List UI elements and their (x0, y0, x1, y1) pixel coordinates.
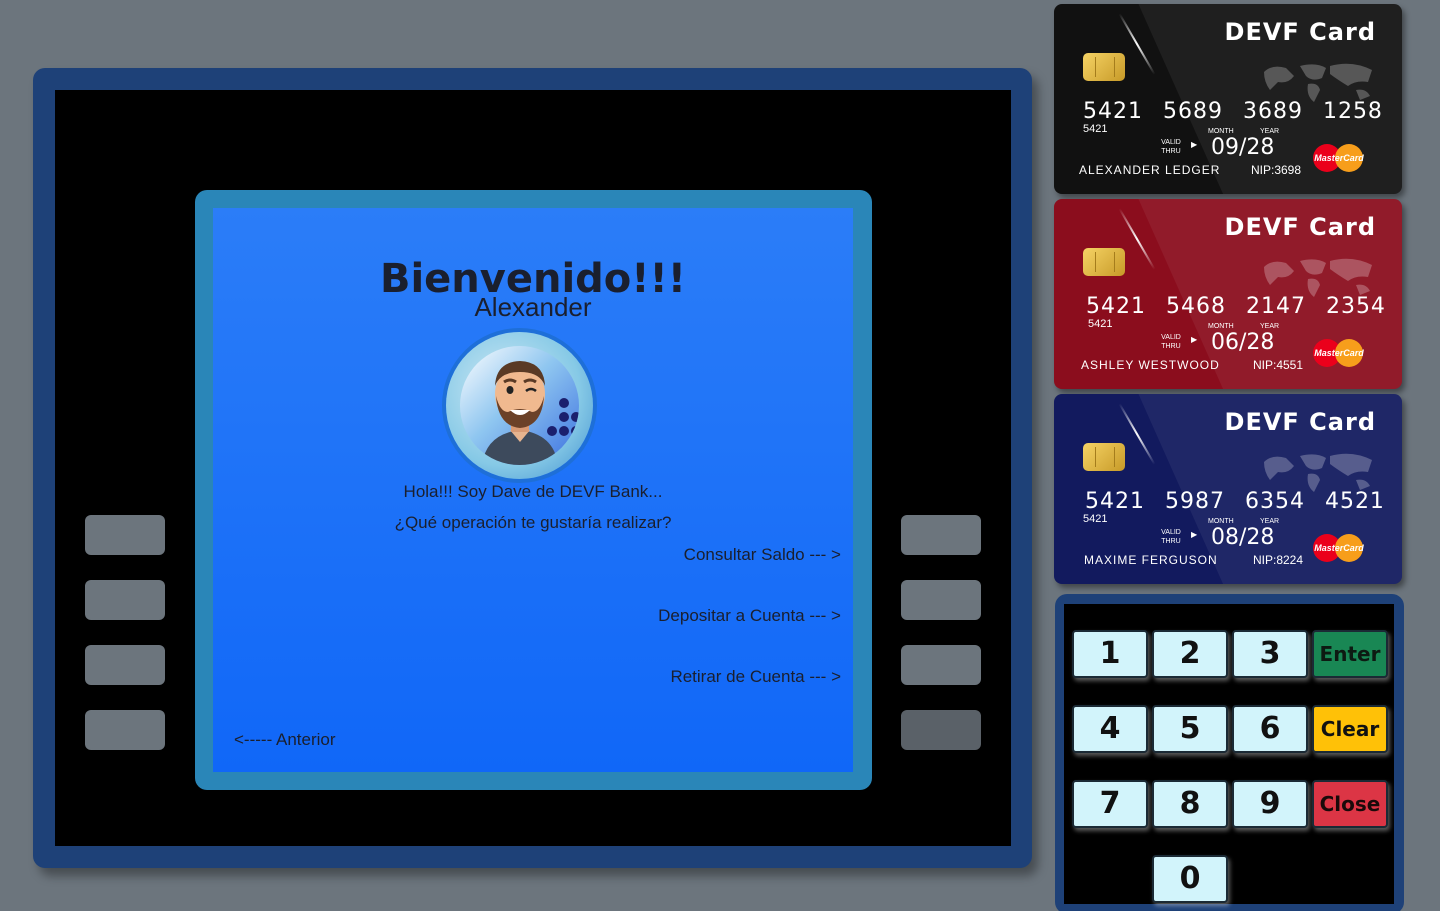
keypad: 1 2 3 Enter 4 5 6 Clear 7 8 9 Close 0 (1055, 594, 1404, 911)
key-7[interactable]: 7 (1072, 780, 1148, 828)
left-side-button-1[interactable] (85, 515, 165, 555)
right-side-button-4[interactable] (901, 710, 981, 750)
card-expiry: 06/28 (1211, 330, 1275, 355)
mastercard-logo-icon: MasterCard (1313, 144, 1365, 172)
mastercard-text: MasterCard (1314, 153, 1364, 163)
left-side-button-3[interactable] (85, 645, 165, 685)
chip-icon (1083, 248, 1125, 276)
world-map-icon (1264, 453, 1372, 492)
enter-button[interactable]: Enter (1312, 630, 1388, 678)
question-message: ¿Qué operación te gustaría realizar? (394, 513, 672, 532)
atm-screen: Bienvenido!!! Alexander Hola!!! Soy Dave… (213, 208, 853, 772)
chip-icon (1083, 53, 1125, 81)
card-maxime[interactable]: DEVF Card 5421 5987 6354 4521 5421 VALID… (1054, 394, 1402, 584)
option-consultar-saldo[interactable]: Consultar Saldo --- > (684, 545, 841, 565)
key-2[interactable]: 2 (1152, 630, 1228, 678)
mastercard-logo-icon: MasterCard (1313, 339, 1365, 367)
card-nip: NIP:4551 (1253, 358, 1304, 372)
keypad-panel: 1 2 3 Enter 4 5 6 Clear 7 8 9 Close 0 (1064, 604, 1394, 904)
valid-thru-label: VALID THRU (1161, 139, 1181, 155)
mastercard-text: MasterCard (1314, 348, 1364, 358)
right-side-button-3[interactable] (901, 645, 981, 685)
arrow-icon: ▶ (1191, 140, 1198, 149)
left-side-button-4[interactable] (85, 710, 165, 750)
card-ashley[interactable]: DEVF Card 5421 5468 2147 2354 5421 VALID… (1054, 199, 1402, 389)
card-holder: ALEXANDER LEDGER (1079, 163, 1221, 177)
card-prefix: 5421 (1083, 123, 1108, 135)
mastercard-text: MasterCard (1314, 543, 1364, 553)
key-3[interactable]: 3 (1232, 630, 1308, 678)
card-prefix: 5421 (1088, 318, 1113, 330)
card-number: 5421 5689 3689 1258 (1083, 99, 1383, 124)
mastercard-logo-icon: MasterCard (1313, 534, 1365, 562)
card-holder: ASHLEY WESTWOOD (1081, 358, 1220, 372)
card-number: 5421 5468 2147 2354 (1086, 294, 1386, 319)
option-retirar-cuenta[interactable]: Retirar de Cuenta --- > (670, 667, 841, 687)
left-side-button-2[interactable] (85, 580, 165, 620)
avatar-image (460, 346, 579, 465)
world-map-icon (1264, 258, 1372, 297)
card-expiry: 09/28 (1211, 135, 1275, 160)
valid-thru-label: VALID THRU (1161, 529, 1181, 545)
year-label: YEAR (1260, 323, 1280, 330)
card-nip: NIP:3698 (1251, 163, 1302, 177)
key-5[interactable]: 5 (1152, 705, 1228, 753)
card-alexander[interactable]: DEVF Card 5421 5689 3689 1258 5421 VALID… (1054, 4, 1402, 194)
key-1[interactable]: 1 (1072, 630, 1148, 678)
key-8[interactable]: 8 (1152, 780, 1228, 828)
key-9[interactable]: 9 (1232, 780, 1308, 828)
option-depositar-cuenta[interactable]: Depositar a Cuenta --- > (658, 606, 841, 626)
card-prefix: 5421 (1083, 513, 1108, 525)
right-side-button-2[interactable] (901, 580, 981, 620)
close-button[interactable]: Close (1312, 780, 1388, 828)
world-map-icon (1264, 63, 1372, 102)
atm-screen-frame: Bienvenido!!! Alexander Hola!!! Soy Dave… (195, 190, 872, 790)
key-6[interactable]: 6 (1232, 705, 1308, 753)
card-nip: NIP:8224 (1253, 553, 1304, 567)
month-label: MONTH (1208, 128, 1234, 135)
arrow-icon: ▶ (1191, 335, 1198, 344)
back-link[interactable]: <----- Anterior (234, 730, 336, 750)
user-name: Alexander (474, 292, 592, 322)
key-4[interactable]: 4 (1072, 705, 1148, 753)
card-brand: DEVF Card (1224, 18, 1376, 46)
year-label: YEAR (1260, 518, 1280, 525)
card-brand: DEVF Card (1224, 213, 1376, 241)
card-expiry: 08/28 (1211, 525, 1275, 550)
greeting-message: Hola!!! Soy Dave de DEVF Bank... (403, 482, 663, 501)
valid-thru-label: VALID THRU (1161, 334, 1181, 350)
chip-icon (1083, 443, 1125, 471)
month-label: MONTH (1208, 518, 1234, 525)
month-label: MONTH (1208, 323, 1234, 330)
key-0[interactable]: 0 (1152, 855, 1228, 903)
avatar (446, 332, 593, 479)
year-label: YEAR (1260, 128, 1280, 135)
card-holder: MAXIME FERGUSON (1084, 553, 1218, 567)
card-brand: DEVF Card (1224, 408, 1376, 436)
right-side-button-1[interactable] (901, 515, 981, 555)
clear-button[interactable]: Clear (1312, 705, 1388, 753)
card-number: 5421 5987 6354 4521 (1085, 489, 1385, 514)
arrow-icon: ▶ (1191, 530, 1198, 539)
